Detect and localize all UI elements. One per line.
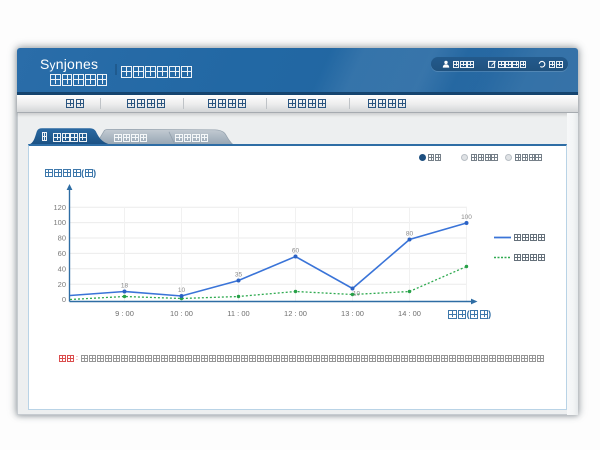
svg-text:18: 18 [121,283,129,290]
svg-text:13 : 00: 13 : 00 [341,309,364,318]
svg-text:11 : 00: 11 : 00 [227,309,249,318]
svg-text:10: 10 [353,291,361,298]
svg-text:60: 60 [292,248,300,255]
svg-text:80: 80 [406,231,414,238]
svg-text:10: 10 [178,287,186,294]
svg-text:100: 100 [53,218,66,227]
svg-text:20: 20 [58,280,66,289]
svg-text:9 : 00: 9 : 00 [115,309,134,318]
svg-text:12 : 00: 12 : 00 [284,309,307,318]
svg-text:120: 120 [53,203,66,212]
svg-text:100: 100 [461,214,472,221]
svg-text:0: 0 [62,295,66,304]
svg-text:14 : 00: 14 : 00 [398,309,421,318]
svg-text:40: 40 [58,264,66,273]
svg-text:80: 80 [58,234,66,243]
svg-text:35: 35 [235,272,243,279]
svg-text:10 : 00: 10 : 00 [170,309,193,318]
svg-text:60: 60 [58,249,66,258]
